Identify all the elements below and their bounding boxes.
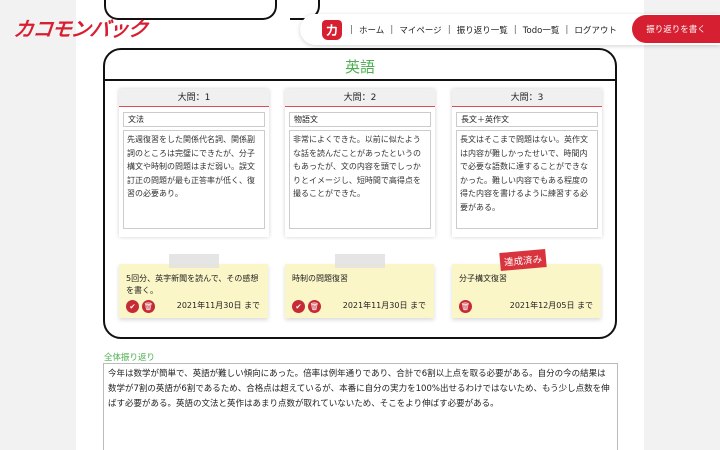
nav-bar: カ | ホーム | マイページ | 振り返り一覧 | Todo一覧 | ログアウ…	[300, 14, 720, 45]
question-review-text: 先週復習をした関係代名詞、関係副詞のところは完璧にできたが、分子構文や時制の問題…	[123, 130, 265, 229]
subject-divider	[105, 79, 615, 81]
question-topic: 長文＋英作文	[456, 112, 598, 127]
question-card-3: 大問：3 長文＋英作文 長文はそこまで問題はない。英作文は内容が難しかったせいで…	[452, 89, 602, 237]
question-card-2: 大問：2 物語文 非常によくできた。以前に似たような話を読んだことがあったという…	[285, 89, 435, 237]
todo-text: 分子構文復習	[459, 274, 507, 283]
question-header: 大問：3	[452, 89, 602, 107]
nav-item-home[interactable]: ホーム	[353, 24, 390, 36]
todo-due-date: 2021年11月30日 まで	[342, 301, 426, 310]
nav-logo-icon[interactable]: カ	[322, 19, 342, 40]
trash-icon[interactable]: 🗑	[142, 300, 155, 313]
note-tape	[169, 254, 219, 268]
check-icon[interactable]: ✔	[126, 300, 139, 313]
todo-note-3: 達成済み 分子構文復習 🗑 2021年12月05日 まで	[452, 249, 601, 318]
todo-due-date: 2021年11月30日 まで	[176, 301, 260, 310]
completed-stamp: 達成済み	[499, 249, 547, 271]
todo-note-2: 時制の問題復習 ✔ 🗑 2021年11月30日 まで	[285, 254, 434, 318]
question-card-1: 大問：1 文法 先週復習をした関係代名詞、関係副詞のところは完璧にできたが、分子…	[119, 89, 269, 237]
nav-item-logout[interactable]: ログアウト	[568, 24, 623, 36]
check-icon[interactable]: ✔	[292, 300, 305, 313]
subject-card: 英語 大問：1 文法 先週復習をした関係代名詞、関係副詞のところは完璧にできたが…	[103, 48, 617, 339]
todo-actions: ✔ 🗑	[126, 300, 155, 313]
question-header: 大問：2	[285, 89, 435, 107]
nav-item-review-list[interactable]: 振り返り一覧	[451, 24, 514, 36]
nav-item-todo-list[interactable]: Todo一覧	[517, 24, 566, 36]
trash-icon[interactable]: 🗑	[308, 300, 321, 313]
overall-review-text: 今年は数学が簡単で、英語が難しい傾向にあった。倍率は例年通りであり、合計で6割以…	[103, 363, 618, 450]
question-topic: 物語文	[289, 112, 431, 127]
overall-review-label: 全体振り返り	[104, 353, 156, 363]
question-topic: 文法	[123, 112, 265, 127]
brand-logo[interactable]: カコモンバック	[12, 13, 149, 42]
question-review-text: 非常によくできた。以前に似たような話を読んだことがあったというのもあったが、文の…	[289, 130, 431, 229]
note-tape	[335, 254, 385, 268]
question-header: 大問：1	[119, 89, 269, 107]
trash-icon[interactable]: 🗑	[459, 300, 472, 313]
todo-text: 時制の問題復習	[292, 274, 348, 283]
todo-text: 5回分、英字新聞を読んで、その感想を書く。	[126, 274, 259, 295]
nav-item-mypage[interactable]: マイページ	[393, 24, 447, 36]
todo-actions: 🗑	[459, 300, 472, 313]
todo-due-date: 2021年12月05日 まで	[509, 301, 593, 310]
todo-actions: ✔ 🗑	[292, 300, 321, 313]
subject-title: 英語	[344, 58, 375, 76]
write-review-button[interactable]: 振り返りを書く	[632, 15, 720, 43]
question-review-text: 長文はそこまで問題はない。英作文は内容が難しかったせいで、時間内で必要な語数に達…	[456, 130, 598, 229]
todo-note-1: 5回分、英字新聞を読んで、その感想を書く。 ✔ 🗑 2021年11月30日 まで	[119, 254, 268, 318]
